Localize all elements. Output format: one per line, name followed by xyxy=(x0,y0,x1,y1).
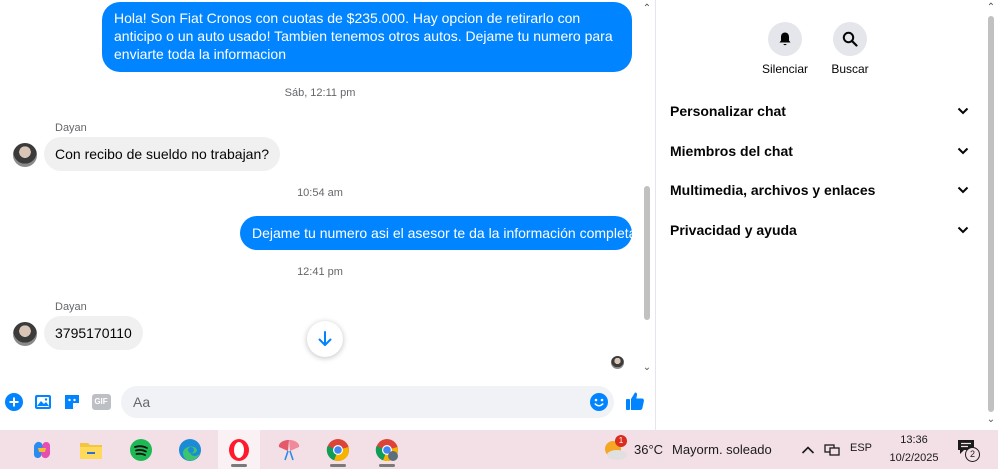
scroll-down-arrow-icon[interactable]: ⌄ xyxy=(641,362,653,374)
outgoing-message[interactable]: Hola! Son Fiat Cronos con cuotas de $235… xyxy=(102,2,632,72)
scroll-up-arrow-icon[interactable]: ⌃ xyxy=(641,3,653,15)
weather-temperature: 36°C xyxy=(634,442,664,457)
opera-icon[interactable] xyxy=(218,430,260,469)
outgoing-message[interactable]: Dejame tu numero asi el asesor te da la … xyxy=(240,216,636,250)
chevron-down-icon xyxy=(957,144,969,158)
sticker-icon[interactable] xyxy=(62,392,82,412)
photo-icon[interactable] xyxy=(33,392,53,412)
conversation-info-panel: Silenciar Buscar Personalizar chat Miemb… xyxy=(657,0,998,430)
message-timestamp: Sáb, 12:11 pm xyxy=(284,87,356,99)
gif-icon[interactable]: GIF xyxy=(91,392,111,412)
section-chat-members[interactable]: Miembros del chat xyxy=(657,131,982,171)
spotify-icon[interactable] xyxy=(120,430,162,469)
scrollbar-thumb[interactable] xyxy=(988,16,994,412)
chrome-profile-icon[interactable] xyxy=(366,430,408,469)
edge-icon[interactable] xyxy=(169,430,211,469)
scrollbar-thumb[interactable] xyxy=(644,186,650,320)
chrome-icon[interactable] xyxy=(317,430,359,469)
chat-window: Hola! Son Fiat Cronos con cuotas de $235… xyxy=(0,0,656,430)
gif-label: GIF xyxy=(91,394,111,410)
section-label: Multimedia, archivos y enlaces xyxy=(670,182,876,198)
copilot-icon[interactable] xyxy=(21,430,63,469)
avatar[interactable] xyxy=(13,143,37,167)
sender-name: Dayan xyxy=(55,122,87,134)
weather-widget[interactable]: 1 36°C Mayorm. soleado xyxy=(602,430,782,469)
plus-circle-icon[interactable] xyxy=(4,392,24,412)
message-list: Hola! Son Fiat Cronos con cuotas de $235… xyxy=(0,0,640,378)
file-explorer-icon[interactable] xyxy=(70,430,112,469)
clock[interactable]: 13:36 10/2/2025 xyxy=(882,432,946,467)
avatar[interactable] xyxy=(13,322,37,346)
taskbar: 1 36°C Mayorm. soleado ESP 13:36 10/2/20… xyxy=(0,430,998,469)
scroll-to-bottom-button[interactable] xyxy=(307,321,343,357)
section-privacy-help[interactable]: Privacidad y ayuda xyxy=(657,210,982,250)
notification-count: 2 xyxy=(965,447,980,462)
section-label: Miembros del chat xyxy=(670,143,793,159)
incoming-message[interactable]: Con recibo de sueldo no trabajan? xyxy=(44,137,281,171)
section-label: Personalizar chat xyxy=(670,103,786,119)
message-composer: GIF xyxy=(0,384,656,422)
sender-name: Dayan xyxy=(55,301,87,313)
language-indicator[interactable]: ESP xyxy=(850,442,872,454)
running-app-indicator xyxy=(330,464,346,467)
chevron-down-icon xyxy=(957,183,969,197)
mute-button[interactable]: Silenciar xyxy=(755,22,815,76)
chevron-up-icon[interactable] xyxy=(801,442,815,460)
search-icon[interactable] xyxy=(833,22,867,56)
read-receipt-avatar xyxy=(611,356,624,369)
incoming-message[interactable]: 3795170110 xyxy=(44,316,143,350)
emoji-icon[interactable] xyxy=(589,392,609,412)
active-app-indicator xyxy=(231,464,247,467)
clock-date: 10/2/2025 xyxy=(889,452,939,464)
search-button[interactable]: Buscar xyxy=(820,22,880,76)
network-icon[interactable] xyxy=(824,442,840,461)
scroll-up-arrow-icon[interactable]: ⌃ xyxy=(985,2,997,13)
mute-label: Silenciar xyxy=(761,62,809,76)
bell-icon[interactable] xyxy=(768,22,802,56)
scroll-down-arrow-icon[interactable]: ⌄ xyxy=(985,414,997,425)
app-icon[interactable] xyxy=(268,430,310,469)
chevron-down-icon xyxy=(957,104,969,118)
panel-scrollbar[interactable]: ⌃ ⌄ xyxy=(984,0,998,430)
weather-condition: Mayorm. soleado xyxy=(672,442,772,457)
arrow-down-icon xyxy=(318,331,332,346)
weather-badge: 1 xyxy=(615,435,627,447)
section-media-files-links[interactable]: Multimedia, archivos y enlaces xyxy=(657,170,982,210)
chevron-down-icon xyxy=(957,223,969,237)
search-label: Buscar xyxy=(831,62,869,76)
like-icon[interactable] xyxy=(624,390,646,412)
message-timestamp: 12:41 pm xyxy=(297,266,343,278)
clock-time: 13:36 xyxy=(900,434,928,446)
section-personalize-chat[interactable]: Personalizar chat xyxy=(657,91,982,131)
message-timestamp: 10:54 am xyxy=(297,187,343,199)
running-app-indicator xyxy=(379,464,395,467)
notifications-icon[interactable]: 2 xyxy=(957,439,981,463)
section-label: Privacidad y ayuda xyxy=(670,222,797,238)
message-input[interactable] xyxy=(121,386,614,418)
chat-scrollbar[interactable]: ⌃ ⌄ xyxy=(640,0,654,378)
